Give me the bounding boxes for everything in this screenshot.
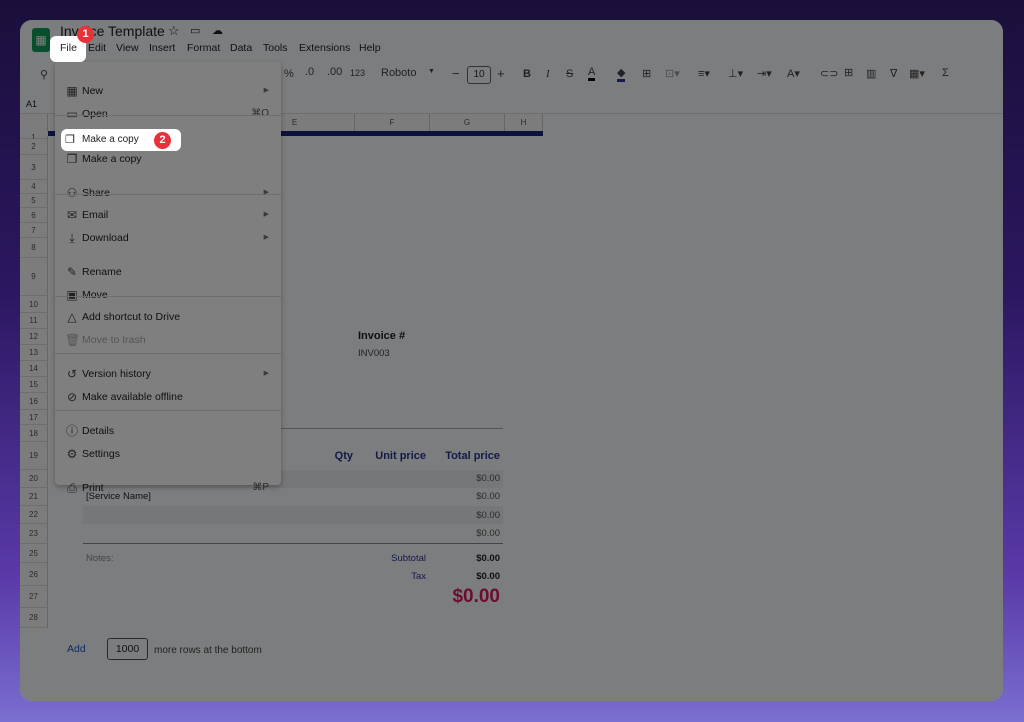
step-badge-1: 1: [77, 26, 94, 43]
step-badge-2: 2: [154, 132, 171, 149]
copy-icon: ❐: [65, 134, 75, 146]
sheets-window: ▦ Invoice Template ☆ ▭ ☁ FileEditViewIns…: [20, 20, 1003, 701]
dim-overlay: [20, 20, 1003, 701]
make-a-copy-item[interactable]: Make a copy: [82, 134, 139, 145]
file-menu-button[interactable]: File: [60, 42, 77, 54]
